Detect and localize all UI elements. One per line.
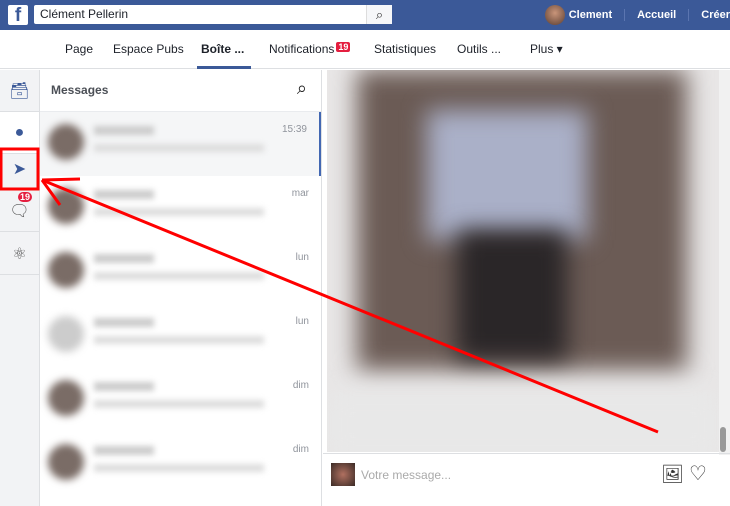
facebook-logo[interactable]: f (8, 5, 28, 26)
inbox-icon[interactable]: 🗃 (0, 70, 39, 112)
avatar (544, 5, 565, 25)
tab-page[interactable]: Page (65, 42, 93, 56)
user-name: Clement (568, 8, 613, 21)
home-link[interactable]: Accueil (637, 9, 676, 21)
blurred-photo (327, 70, 719, 452)
tab-tools[interactable]: Outils ... (457, 42, 501, 56)
conversation-row[interactable]: lun (40, 304, 321, 368)
timestamp: 15:39 (281, 124, 307, 135)
tab-ads[interactable]: Espace Pubs (113, 42, 184, 56)
timestamp: lun (295, 252, 309, 263)
messages-header: Messages ⌕ (40, 70, 321, 112)
timestamp: dim (292, 444, 309, 455)
tab-notifications[interactable]: Notifications 19 (269, 42, 351, 56)
search-value: Clément Pellerin (40, 7, 129, 21)
search-button[interactable]: ⌕ (366, 5, 392, 24)
conversation-row[interactable]: 15:39 (40, 112, 321, 176)
create-link[interactable]: Créer (701, 9, 730, 21)
tab-label: Notifications (269, 42, 335, 56)
scrollbar-thumb[interactable] (720, 427, 726, 452)
scrollbar[interactable] (719, 70, 730, 455)
message-input[interactable]: Votre message... (361, 468, 451, 482)
comment-icon[interactable]: 🗨 19 (0, 190, 39, 232)
page-nav: Page Espace Pubs Boîte ... Notifications… (0, 30, 730, 69)
conversation-row[interactable]: dim (40, 368, 321, 432)
tab-more[interactable]: Plus ▾ (530, 42, 563, 56)
tab-stats[interactable]: Statistiques (374, 42, 436, 56)
profile-link[interactable]: Clement (544, 5, 613, 25)
conversation-row[interactable]: lun (40, 240, 321, 304)
heart-icon[interactable]: ♡ (689, 461, 707, 486)
conversation-list: Messages ⌕ 15:39 mar lun lun dim dim (40, 70, 322, 506)
atom-icon[interactable]: ⚛ (0, 233, 39, 275)
divider (624, 9, 626, 21)
timestamp: mar (291, 188, 309, 199)
timestamp: lun (295, 316, 309, 327)
tab-inbox[interactable]: Boîte ... (201, 42, 244, 56)
image-icon[interactable]: 🖼 (661, 464, 684, 485)
top-bar: f Clément Pellerin ⌕ Clement Accueil Cré… (0, 0, 730, 30)
message-composer: Votre message... 🖼 ♡ (323, 453, 730, 506)
search-input[interactable]: Clément Pellerin ⌕ (34, 5, 392, 24)
timestamp: dim (292, 380, 309, 391)
avatar (331, 463, 355, 486)
conversation-row[interactable]: mar (40, 176, 321, 240)
conversation-pane: Votre message... 🖼 ♡ (323, 70, 730, 506)
messages-title: Messages (51, 83, 109, 97)
inbox-rail: 🗃 ● ➤ 🗨 19 ⚛ (0, 70, 40, 506)
send-icon[interactable]: ➤ (0, 148, 39, 190)
conversation-row[interactable]: dim (40, 432, 321, 496)
comment-badge: 19 (18, 192, 33, 202)
search-icon[interactable]: ⌕ (297, 78, 307, 99)
divider (688, 9, 690, 21)
active-tab-indicator (197, 66, 251, 69)
notification-badge: 19 (336, 42, 351, 52)
